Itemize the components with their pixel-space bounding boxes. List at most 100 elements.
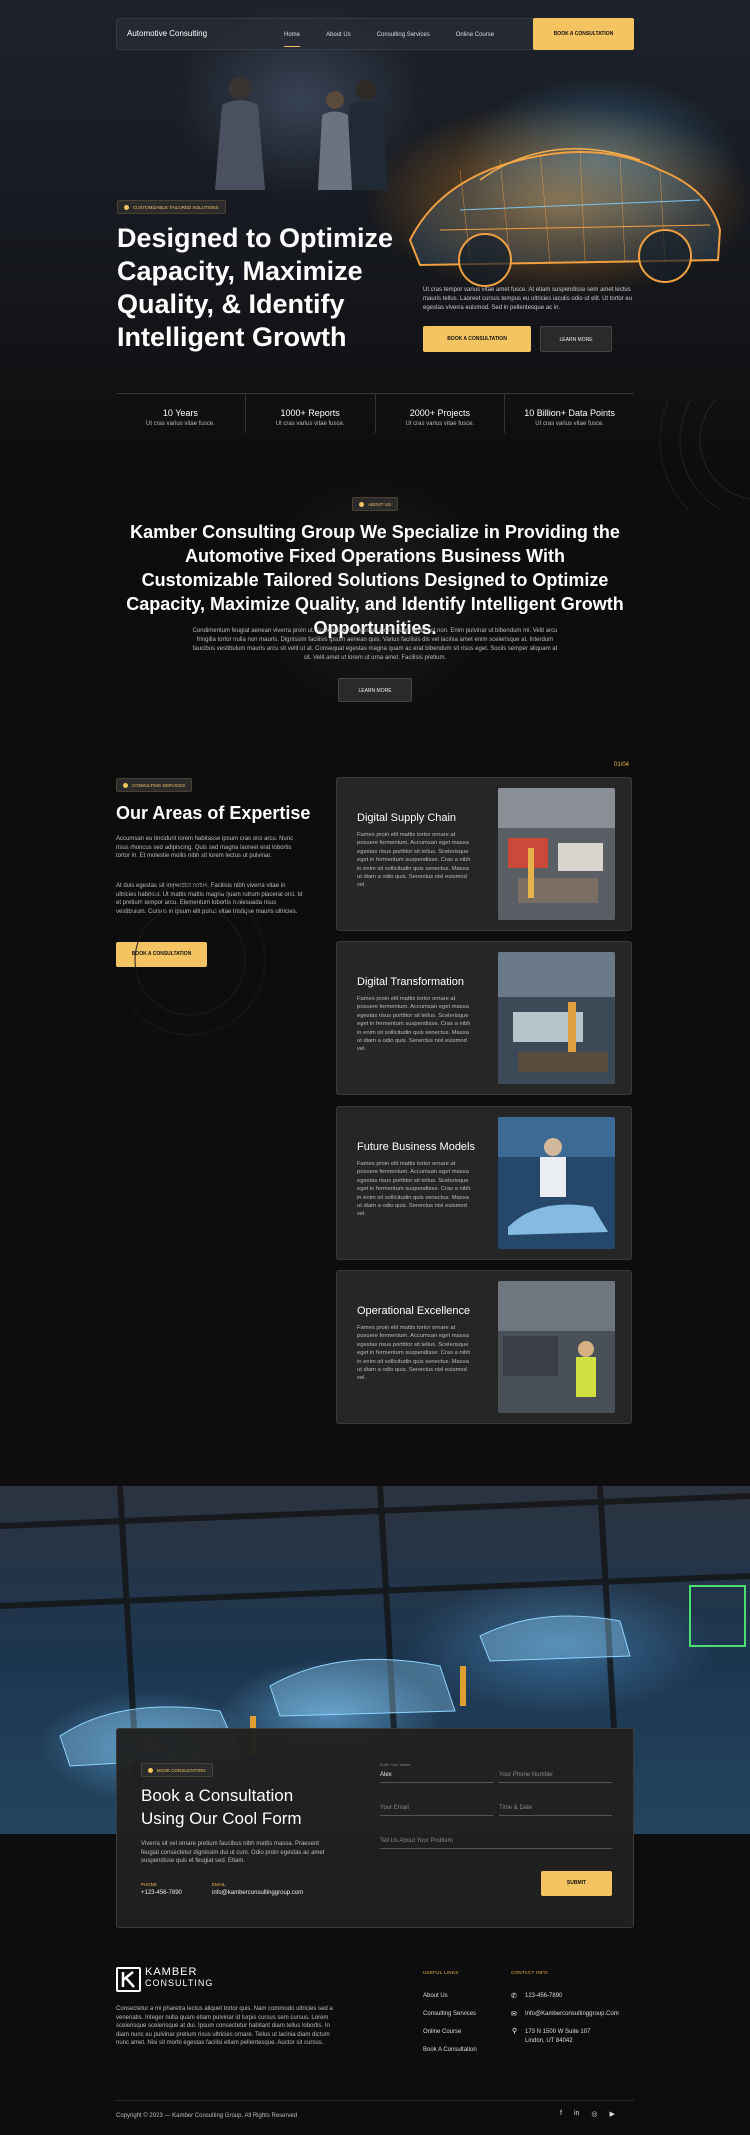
phone-icon: ✆	[511, 1993, 517, 2000]
footer-link-book-consultation[interactable]: Book A Consultation	[423, 2047, 477, 2053]
stat-sub: Ut cras varius vitae fusce.	[535, 421, 604, 427]
card-description: Fames proin elit mattis tortor ornare at…	[357, 1325, 471, 1382]
instagram-icon[interactable]: ◎	[591, 2110, 597, 2118]
hero-book-consultation-button[interactable]: BOOK A CONSULTATION	[423, 326, 531, 352]
about-tag-label: ABOUT US	[368, 501, 391, 507]
footer-phone[interactable]: 123-456-7890	[525, 1993, 562, 1999]
phone-value[interactable]: +123-456-7890	[141, 1890, 182, 1896]
stat-value: 1000+ Reports	[280, 408, 340, 418]
stat-sub: Ut cras varius vitae fusce.	[275, 421, 345, 427]
page: Automotive Consulting Home About Us Cons…	[0, 0, 750, 2135]
expertise-card[interactable]: Digital Transformation Fames proin elit …	[336, 941, 632, 1095]
social-links: f in ◎ ▶	[560, 2110, 615, 2118]
email-value[interactable]: info@kamberconsultinggroup.com	[212, 1890, 303, 1896]
email-label: EMAIL	[212, 1882, 226, 1887]
expertise-card[interactable]: Future Business Models Fames proin elit …	[336, 1106, 632, 1260]
decorative-arcs	[659, 400, 750, 510]
stat-item: 2000+ Projects Ut cras varius vitae fusc…	[376, 394, 506, 433]
about-tag: ABOUT US	[352, 497, 398, 511]
about-description: Condimentum feugiat aenean viverra proin…	[192, 628, 558, 661]
location-icon: ⚲	[512, 2028, 518, 2035]
tag-dot-icon	[123, 782, 128, 788]
youtube-icon[interactable]: ▶	[610, 2110, 615, 2118]
wireframe-car-image	[408, 147, 722, 287]
phone-input[interactable]: Your Phone Number	[499, 1767, 612, 1783]
logo-mark-icon	[116, 1967, 141, 1992]
consult-title: Book a Consultation Using Our Cool Form	[141, 1786, 302, 1828]
nav-link-about[interactable]: About Us	[313, 19, 364, 51]
phone-label: PHONE	[141, 1882, 158, 1887]
engineers-image	[215, 77, 388, 190]
tag-dot-icon	[148, 1767, 153, 1773]
stat-value: 10 Billion+ Data Points	[524, 408, 616, 418]
consult-tag: BOOK CONSULTATION	[141, 1763, 213, 1777]
facebook-icon[interactable]: f	[560, 2110, 562, 2118]
logo-line-2: CONSULTING	[145, 1978, 214, 1988]
footer-address-line-2: Lindon, UT 84042	[525, 2038, 573, 2044]
footer-link-online-course[interactable]: Online Course	[423, 2029, 461, 2035]
brand-name[interactable]: Automotive Consulting	[127, 29, 207, 38]
nav-link-consulting-services[interactable]: Consulting Services	[364, 19, 443, 51]
nav-link-home[interactable]: Home	[271, 19, 313, 51]
email-input[interactable]: Your Email	[380, 1800, 493, 1816]
contact-info-heading: CONTACT INFO	[511, 1970, 548, 1975]
expertise-paragraph-1: Accumsan eu tincidunt lorem habitasse ip…	[116, 836, 294, 859]
stat-item: 10 Billion+ Data Points Ut cras varius v…	[505, 394, 634, 433]
expertise-tag-label: CONSULTING SERVICES	[132, 782, 186, 788]
about-title: Kamber Consulting Group We Specialize in…	[126, 522, 624, 638]
stat-value: 10 Years	[162, 408, 198, 418]
operational-excellence-image	[498, 1281, 615, 1413]
copyright: Copyright © 2023 — Kamber Consulting Gro…	[116, 2113, 298, 2119]
decorative-arcs	[130, 884, 266, 1036]
stat-item: 10 Years Ut cras varius vitae fusce.	[116, 394, 246, 433]
nav-book-consultation-button[interactable]: BOOK A CONSULTATION	[533, 18, 634, 50]
future-business-image	[498, 1117, 615, 1249]
footer-divider	[116, 2100, 634, 2101]
nav-links: Home About Us Consulting Services Online…	[271, 19, 507, 51]
consult-description: Viverra sit vel ornare pretium faucibus …	[141, 1841, 325, 1864]
stats-bar: 10 Years Ut cras varius vitae fusce. 100…	[116, 393, 634, 433]
supply-chain-image	[498, 788, 615, 920]
card-description: Fames proin elit mattis tortor ornare at…	[357, 832, 471, 889]
stat-item: 1000+ Reports Ut cras varius vitae fusce…	[246, 394, 376, 433]
card-title: Digital Transformation	[357, 976, 464, 988]
nav-link-online-course[interactable]: Online Course	[443, 19, 507, 51]
footer-address-line-1: 173 N 1500 W Suite 107	[525, 2029, 591, 2035]
useful-links-heading: USEFUL LINKS	[423, 1970, 459, 1975]
hero-description: Ut cras tempor varius vitae amet fusce. …	[423, 287, 633, 311]
card-description: Fames proin elit mattis tortor ornare at…	[357, 1161, 471, 1218]
submit-button[interactable]: SUBMIT	[541, 1871, 612, 1896]
footer-link-about[interactable]: About Us	[423, 1993, 448, 1999]
card-title: Digital Supply Chain	[357, 812, 457, 824]
card-description: Fames proin elit mattis tortor ornare at…	[357, 996, 471, 1053]
hero-title: Designed to Optimize Capacity, Maximize …	[117, 223, 394, 352]
about-learn-more-button[interactable]: LEARN MORE	[338, 678, 412, 702]
consult-tag-label: BOOK CONSULTATION	[157, 1767, 206, 1773]
expertise-tag: CONSULTING SERVICES	[116, 778, 193, 792]
footer-description: Consectetur a mi pharetra lectus aliquet…	[116, 2006, 333, 2046]
expertise-title: Our Areas of Expertise	[116, 803, 311, 823]
hero-tag: CUSTOMIZABLE TAILORED SOLUTIONS	[117, 200, 226, 214]
linkedin-icon[interactable]: in	[574, 2110, 579, 2118]
hero-learn-more-button[interactable]: LEARN MORE	[540, 326, 612, 352]
stat-sub: Ut cras varius vitae fusce.	[405, 421, 475, 427]
stat-sub: Ut cras varius vitae fusce.	[146, 421, 215, 427]
footer-email[interactable]: Info@Kamberconsultinggroup.Com	[525, 2011, 619, 2017]
digital-transformation-image	[498, 952, 615, 1084]
tag-dot-icon	[124, 204, 129, 210]
hero-tag-label: CUSTOMIZABLE TAILORED SOLUTIONS	[133, 204, 219, 210]
stat-value: 2000+ Projects	[409, 408, 471, 418]
logo-line-1: KAMBER	[145, 1966, 198, 1978]
email-icon: ✉	[511, 2011, 517, 2018]
consultation-form-section: BOOK CONSULTATION Book a Consultation Us…	[116, 1728, 634, 1928]
expertise-card[interactable]: Operational Excellence Fames proin elit …	[336, 1270, 632, 1424]
tag-dot-icon	[359, 501, 364, 507]
time-date-input[interactable]: Time & Date	[499, 1800, 612, 1816]
footer-link-consulting-services[interactable]: Consulting Services	[423, 2011, 476, 2017]
expertise-card[interactable]: Digital Supply Chain Fames proin elit ma…	[336, 777, 632, 931]
card-title: Future Business Models	[357, 1141, 475, 1153]
card-title: Operational Excellence	[357, 1305, 471, 1317]
message-input[interactable]: Tell Us About Your Problem	[380, 1833, 612, 1849]
name-input[interactable]: Alex	[380, 1767, 493, 1783]
slide-counter: 01/04	[614, 762, 630, 768]
